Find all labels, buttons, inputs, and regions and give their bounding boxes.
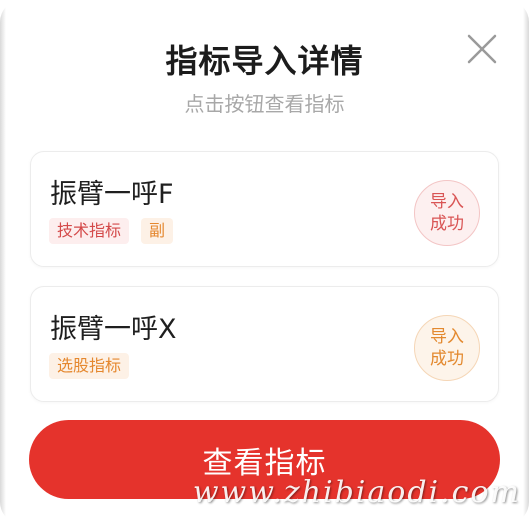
import-details-dialog: 指标导入详情 点击按钮查看指标 振臂一呼F 技术指标 副 导入 成功 振臂一呼X… — [0, 0, 529, 524]
close-button[interactable] — [465, 32, 499, 66]
dialog-title: 指标导入详情 — [165, 42, 364, 80]
status-line-1: 导入 — [430, 192, 464, 212]
dialog-subtitle: 点击按钮查看指标 — [184, 92, 345, 116]
indicator-name: 振臂一呼X — [50, 314, 177, 345]
tag-indicator-type: 选股指标 — [49, 353, 130, 379]
indicator-tags: 选股指标 — [49, 353, 130, 379]
indicator-card: 振臂一呼X 选股指标 导入 成功 — [30, 286, 499, 402]
indicator-tags: 技术指标 副 — [49, 218, 174, 244]
close-icon — [467, 34, 497, 64]
import-status-stamp: 导入 成功 — [414, 180, 480, 246]
indicator-name: 振臂一呼F — [50, 179, 174, 210]
status-line-2: 成功 — [430, 214, 464, 234]
site-watermark: www.zhibiaodi.com — [192, 475, 521, 510]
status-line-1: 导入 — [430, 327, 464, 347]
import-status-stamp: 导入 成功 — [414, 315, 480, 381]
indicator-card: 振臂一呼F 技术指标 副 导入 成功 — [30, 151, 499, 267]
tag-indicator-position: 副 — [141, 218, 174, 244]
tag-indicator-type: 技术指标 — [49, 218, 130, 244]
status-line-2: 成功 — [430, 349, 464, 369]
